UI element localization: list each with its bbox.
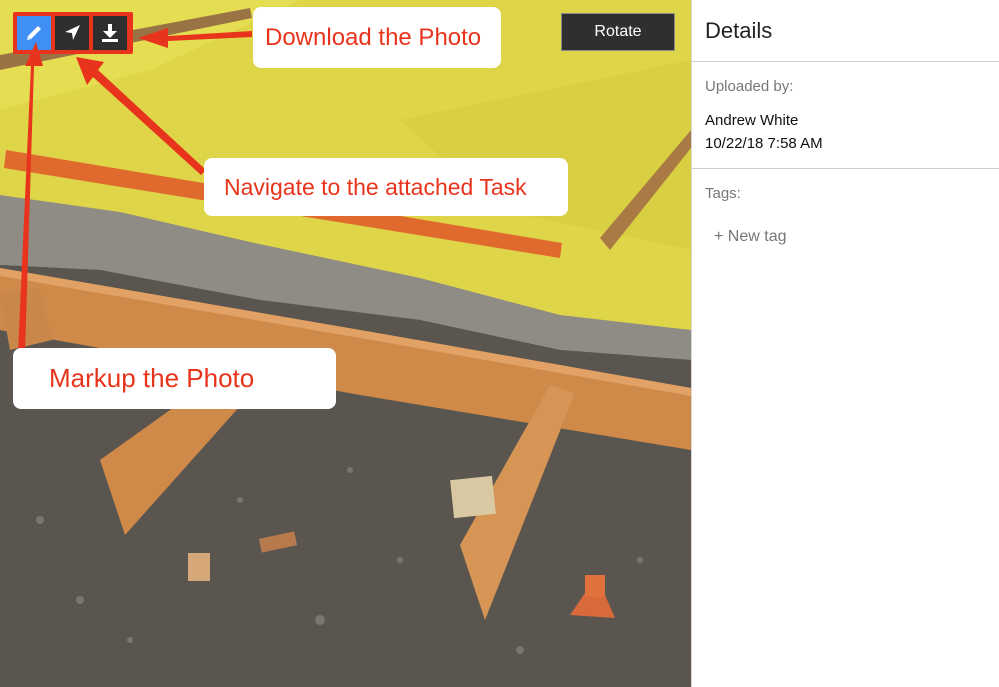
pencil-icon [27,26,41,40]
callout-download-the-photo: Download the Photo [253,7,501,68]
location-arrow-icon [65,25,80,40]
download-icon [102,24,118,42]
details-divider-tags [692,168,999,169]
upload-timestamp: 10/22/18 7:58 AM [705,135,823,152]
tags-label: Tags: [705,185,741,202]
details-panel: Details Uploaded by: Andrew White 10/22/… [691,0,999,687]
new-tag-button[interactable]: + New tag [714,228,786,246]
construction-photo [0,0,691,687]
markup-button[interactable] [17,16,51,50]
uploader-name: Andrew White [705,112,799,129]
download-button[interactable] [93,16,127,50]
photo-viewer: Rotate Download the Photo Navigate to th… [0,0,691,687]
callout-navigate-to-task: Navigate to the attached Task [204,158,568,216]
navigate-to-task-button[interactable] [55,16,89,50]
details-title: Details [705,18,773,43]
details-divider-top [692,61,999,62]
photo-toolbar [13,12,133,54]
callout-markup-the-photo: Markup the Photo [13,348,336,409]
uploaded-by-label: Uploaded by: [705,78,794,95]
rotate-button[interactable]: Rotate [561,13,675,51]
